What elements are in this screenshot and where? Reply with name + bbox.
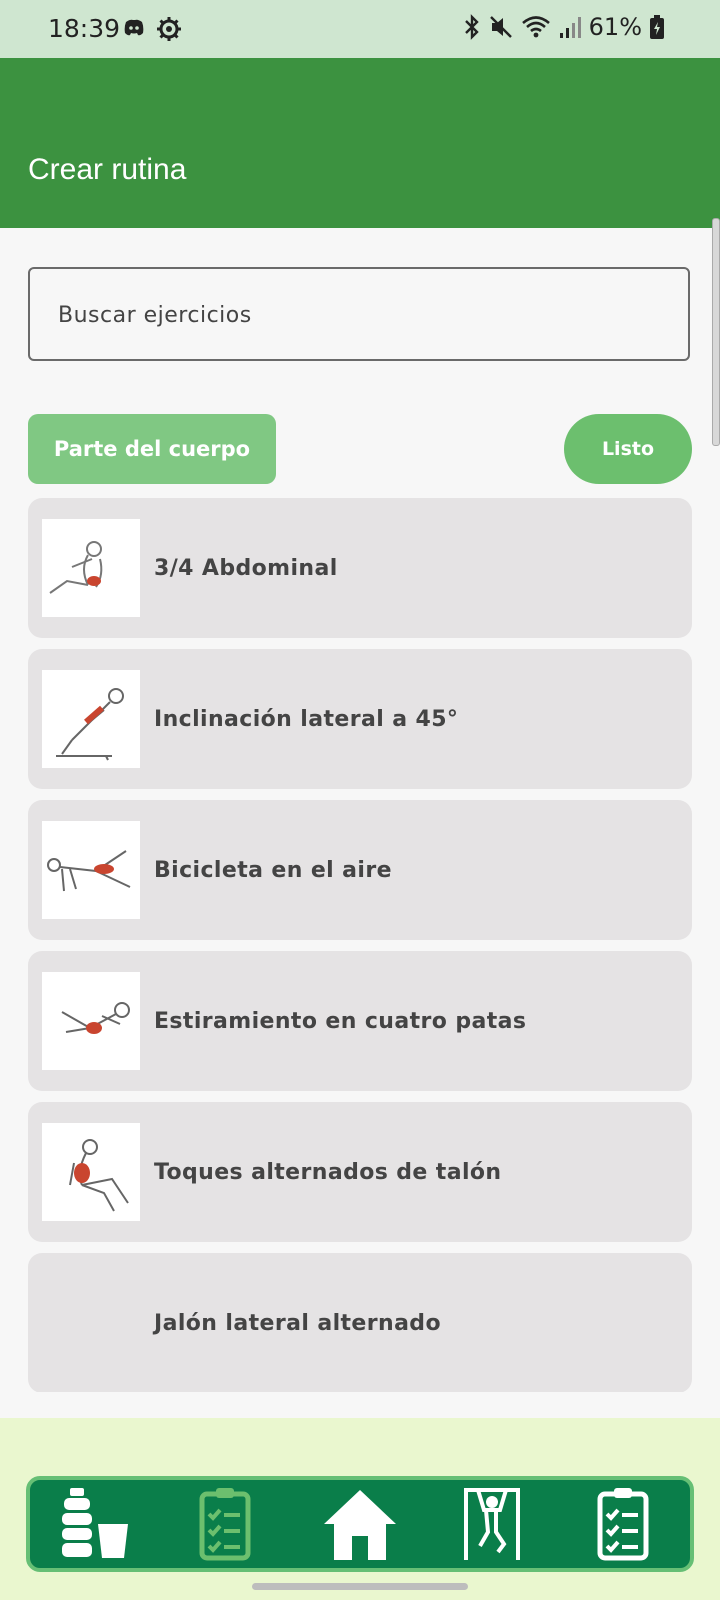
exercise-name: Estiramiento en cuatro patas bbox=[154, 1008, 527, 1034]
bottom-navigation bbox=[26, 1476, 694, 1572]
scrollbar[interactable] bbox=[712, 218, 720, 446]
exercise-name: Jalón lateral alternado bbox=[154, 1310, 441, 1336]
battery-icon bbox=[650, 15, 664, 39]
exercise-item[interactable]: Inclinación lateral a 45° bbox=[28, 649, 692, 789]
nav-exercises[interactable] bbox=[442, 1484, 542, 1568]
water-bottle-icon bbox=[56, 1486, 132, 1567]
discord-icon bbox=[122, 16, 146, 42]
exercise-thumbnail bbox=[42, 972, 140, 1070]
status-bar: 18:39 61% bbox=[0, 0, 720, 58]
exercise-item[interactable]: Bicicleta en el aire bbox=[28, 800, 692, 940]
exercise-name: Bicicleta en el aire bbox=[154, 857, 392, 883]
nav-hydration[interactable] bbox=[44, 1484, 144, 1568]
body-part-button[interactable]: Parte del cuerpo bbox=[28, 414, 276, 484]
nav-routines[interactable] bbox=[176, 1484, 276, 1568]
bluetooth-icon bbox=[463, 14, 481, 40]
exercise-thumbnail bbox=[42, 670, 140, 768]
home-indicator[interactable] bbox=[252, 1583, 468, 1590]
exercise-thumbnail bbox=[42, 1123, 140, 1221]
exercise-name: Toques alternados de talón bbox=[154, 1159, 502, 1185]
mute-icon bbox=[489, 14, 513, 40]
exercise-list: 3/4 Abdominal Inclinación lateral a 45° … bbox=[0, 498, 720, 1392]
exercise-item[interactable]: 3/4 Abdominal bbox=[28, 498, 692, 638]
settings-gear-icon bbox=[156, 16, 182, 42]
page-title: Crear rutina bbox=[28, 153, 187, 186]
exercise-name: 3/4 Abdominal bbox=[154, 555, 338, 581]
checklist-icon bbox=[196, 1486, 256, 1567]
home-icon bbox=[320, 1486, 400, 1567]
app-bar: Crear rutina bbox=[0, 58, 720, 228]
status-time: 18:39 bbox=[48, 14, 121, 43]
exercise-item[interactable]: Estiramiento en cuatro patas bbox=[28, 951, 692, 1091]
done-button[interactable]: Listo bbox=[564, 414, 692, 484]
signal-icon bbox=[559, 15, 581, 39]
exercise-thumbnail bbox=[42, 519, 140, 617]
nav-plans[interactable] bbox=[574, 1484, 674, 1568]
battery-percent: 61% bbox=[588, 13, 642, 41]
nav-home[interactable] bbox=[310, 1484, 410, 1568]
wifi-icon bbox=[521, 14, 551, 40]
search-field[interactable] bbox=[28, 267, 690, 361]
clipboard-checklist-icon bbox=[594, 1486, 654, 1567]
exercise-item[interactable]: Jalón lateral alternado bbox=[28, 1253, 692, 1392]
exercise-name: Inclinación lateral a 45° bbox=[154, 706, 459, 732]
exercise-item[interactable]: Toques alternados de talón bbox=[28, 1102, 692, 1242]
exercise-thumbnail bbox=[42, 821, 140, 919]
pull-up-icon bbox=[460, 1486, 524, 1567]
search-input[interactable] bbox=[56, 269, 660, 361]
